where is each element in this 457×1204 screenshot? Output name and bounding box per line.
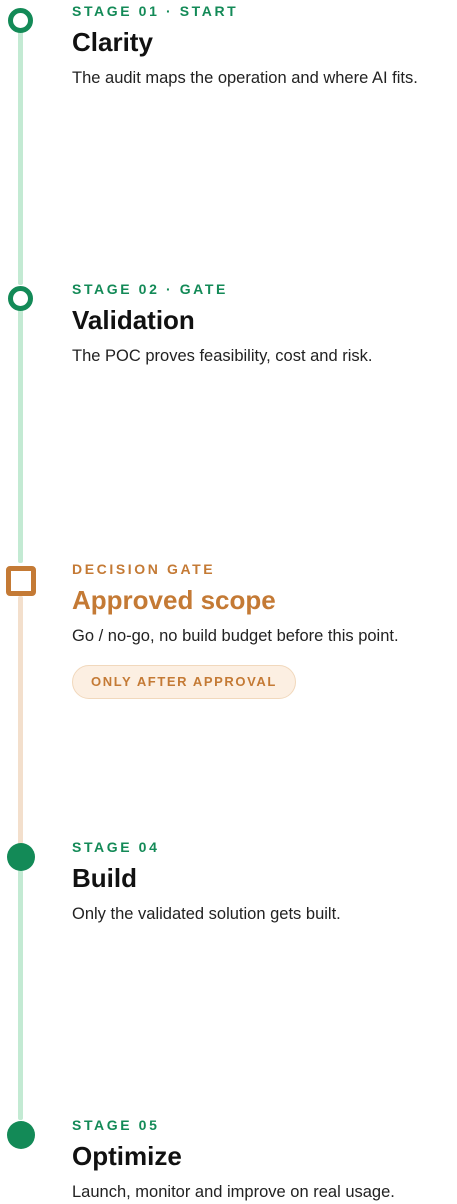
stage-build: STAGE 04 Build Only the validated soluti… bbox=[72, 838, 457, 926]
stage-description: The POC proves feasibility, cost and ris… bbox=[72, 347, 373, 365]
approval-badge: ONLY AFTER APPROVAL bbox=[72, 665, 296, 699]
timeline-line bbox=[18, 30, 23, 285]
stage-validation: STAGE 02 · GATE Validation The POC prove… bbox=[72, 280, 457, 368]
stage-eyebrow: DECISION GATE bbox=[72, 561, 216, 577]
timeline-line bbox=[18, 308, 23, 563]
stage-title: Approved scope bbox=[72, 585, 276, 615]
stage-title: Clarity bbox=[72, 27, 153, 57]
stage-05-dot-icon bbox=[7, 1121, 35, 1149]
stage-description: The audit maps the operation and where A… bbox=[72, 69, 418, 87]
stage-title: Validation bbox=[72, 305, 195, 335]
stage-title: Build bbox=[72, 863, 137, 893]
stage-clarity: STAGE 01 · START Clarity The audit maps … bbox=[72, 2, 457, 90]
stage-description: Launch, monitor and improve on real usag… bbox=[72, 1183, 395, 1201]
stage-eyebrow: STAGE 01 · START bbox=[72, 3, 239, 19]
stage-04-dot-icon bbox=[7, 843, 35, 871]
timeline-line bbox=[18, 870, 23, 1120]
stage-description: Go / no-go, no build budget before this … bbox=[72, 627, 399, 645]
stage-description: Only the validated solution gets built. bbox=[72, 905, 341, 923]
stage-eyebrow: STAGE 02 · GATE bbox=[72, 281, 228, 297]
stage-optimize: STAGE 05 Optimize Launch, monitor and im… bbox=[72, 1116, 457, 1204]
stage-title: Optimize bbox=[72, 1141, 182, 1171]
stage-02-ring-icon bbox=[8, 286, 33, 311]
stage-eyebrow: STAGE 05 bbox=[72, 1117, 160, 1133]
stage-01-ring-icon bbox=[8, 8, 33, 33]
stage-eyebrow: STAGE 04 bbox=[72, 839, 160, 855]
timeline-line-gate bbox=[18, 596, 23, 844]
decision-gate-square-icon bbox=[6, 566, 36, 596]
stage-decision-gate: DECISION GATE Approved scope Go / no-go,… bbox=[72, 560, 457, 699]
